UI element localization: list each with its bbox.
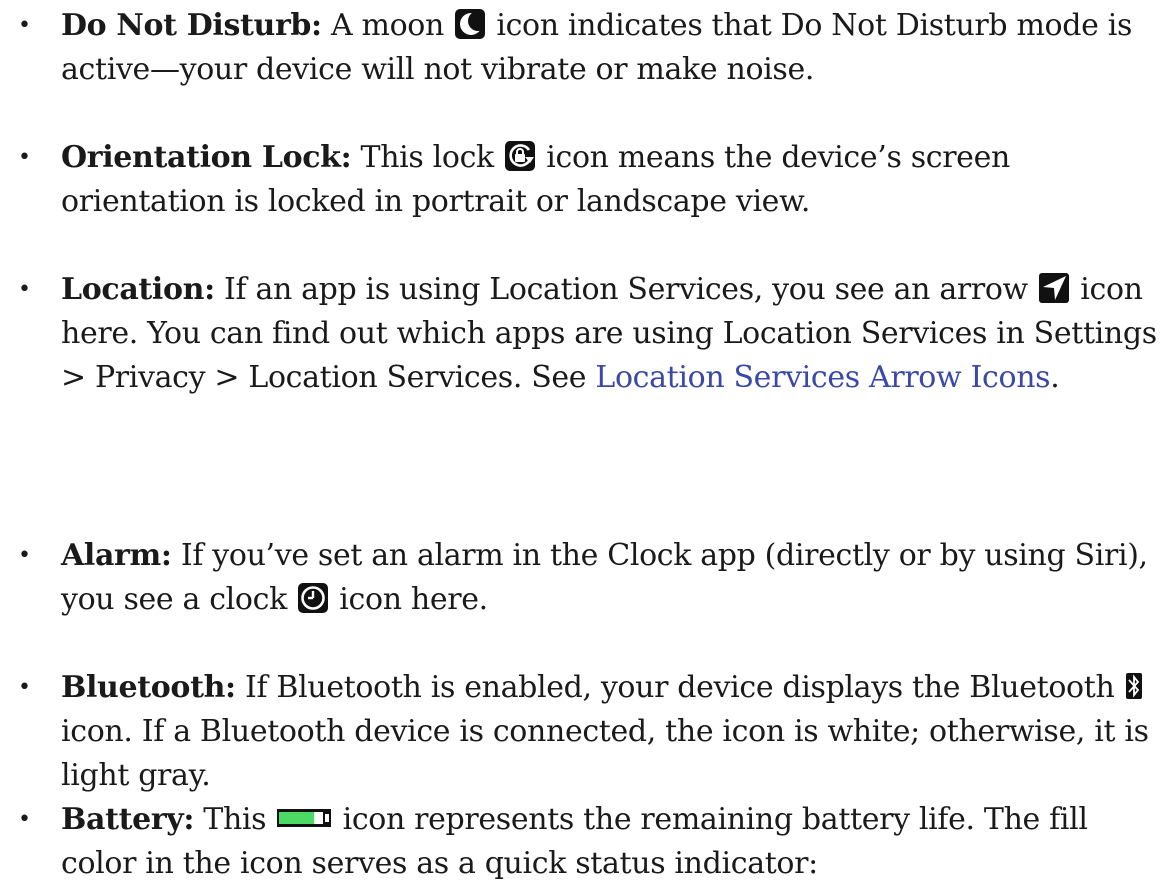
term-label: Alarm:	[61, 538, 172, 573]
description-text: If you’ve set an alarm in the Clock app …	[61, 538, 1148, 617]
location-arrow-icon	[1039, 273, 1070, 303]
bluetooth-icon	[1125, 671, 1142, 701]
term-label: Do Not Disturb:	[61, 8, 322, 43]
list-item-battery: • Battery: This icon represents the rema…	[18, 798, 1158, 886]
list-item-alarm: • Alarm: If you’ve set an alarm in the C…	[18, 534, 1158, 622]
description-text: If an app is using Location Services, yo…	[214, 272, 1038, 307]
list-item-location: • Location: If an app is using Location …	[18, 268, 1158, 400]
alarm-clock-icon	[298, 583, 329, 613]
list-item-do-not-disturb: • Do Not Disturb: A moon icon indicates …	[18, 4, 1158, 92]
bullet-marker: •	[18, 145, 31, 170]
description-text: This	[194, 802, 276, 837]
document-page: • Do Not Disturb: A moon icon indicates …	[0, 0, 1174, 888]
battery-icon	[277, 809, 332, 827]
term-label: Battery:	[61, 802, 195, 837]
location-services-arrow-icons-link[interactable]: Location Services Arrow Icons	[595, 360, 1050, 395]
bullet-marker: •	[18, 543, 31, 568]
list-item-bluetooth: • Bluetooth: If Bluetooth is enabled, yo…	[18, 666, 1158, 798]
bullet-marker: •	[18, 277, 31, 302]
bullet-marker: •	[18, 807, 31, 832]
description-text: icon here.	[330, 582, 488, 617]
bullet-marker: •	[18, 13, 31, 38]
moon-icon	[455, 9, 486, 39]
term-label: Location:	[61, 272, 215, 307]
description-text: This lock	[351, 140, 504, 175]
term-label: Orientation Lock:	[61, 140, 352, 175]
bullet-marker: •	[18, 675, 31, 700]
description-text: icon. If a Bluetooth device is connected…	[61, 714, 1149, 793]
description-text: If Bluetooth is enabled, your device dis…	[235, 670, 1124, 705]
description-text: .	[1050, 360, 1060, 395]
list-item-orientation-lock: • Orientation Lock: This lock icon means…	[18, 136, 1158, 224]
description-text: A moon	[321, 8, 454, 43]
term-label: Bluetooth:	[61, 670, 236, 705]
orientation-lock-icon	[505, 141, 536, 171]
